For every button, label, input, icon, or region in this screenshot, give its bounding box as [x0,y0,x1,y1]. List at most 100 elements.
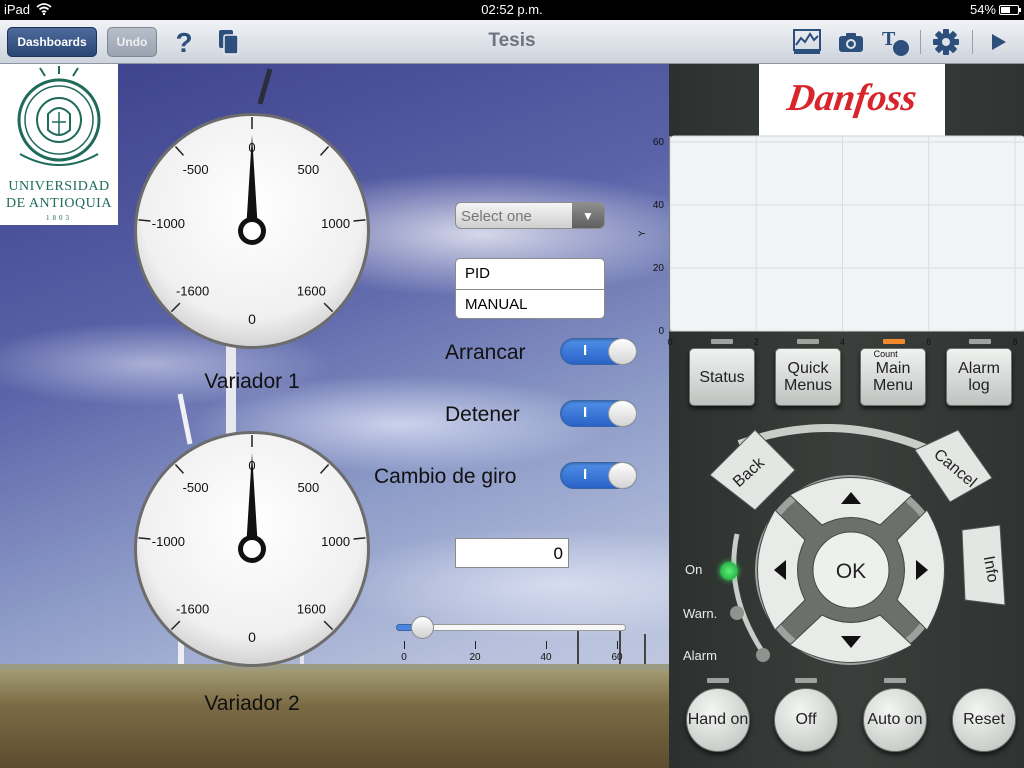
toolbar: Dashboards Undo ? Tesis T [0,20,1024,64]
chart-y-tick-label: 40 [653,200,665,211]
gauge-tick-label: -1600 [176,283,209,298]
gear-icon[interactable] [929,25,963,59]
chart-y-axis-label: Y [637,230,647,236]
dashboards-button[interactable]: Dashboards [7,27,97,57]
gauge-tick-label: 1600 [297,601,326,616]
gauge-variador-1: -1000-50005001000-160016000 [132,111,372,351]
gauge-tick-label: 1000 [321,534,350,549]
battery-percent: 54% [969,2,996,17]
help-icon[interactable]: ? [167,25,201,59]
off-led [795,678,817,683]
switch-knob[interactable] [608,462,637,489]
gauge-bottom-label: 0 [248,311,256,327]
gauge-title: Variador 1 [204,370,300,393]
chart-x-axis-label: Count [874,349,899,359]
ok-label: OK [836,560,866,583]
gauge-title: Variador 2 [204,692,300,715]
chart-x-tick-label: 6 [926,337,931,347]
mode-list: PID MANUAL [455,258,605,319]
chevron-down-icon[interactable]: ▼ [572,203,604,228]
chart-icon[interactable] [790,25,824,59]
hand-on-button[interactable]: Hand on [686,688,750,752]
gauge-tick-label: -1600 [176,601,209,616]
on-led [720,562,738,580]
slider-tick-label: 40 [540,652,552,663]
switch-on-text: I [583,466,588,483]
chart-x-tick-label: 0 [667,337,672,347]
gauge-tick-label: 1600 [297,283,326,298]
logo-year: 1803 [46,214,72,222]
play-icon[interactable] [981,25,1015,59]
trend-chart: 0 2 4 6 8 0 20 40 60 Y Count [637,135,1024,359]
gauge-variador-2: -1000-50005001000-160016000 [132,429,372,669]
gauge-tick-label: 500 [298,480,320,495]
auto-on-button[interactable]: Auto on [863,688,927,752]
arrancar-label: Arrancar [445,341,526,364]
navigation-pad: OK Back Cancel Info [709,429,1006,663]
gauge-tick-label: 500 [298,162,320,177]
chart-y-tick-label: 60 [653,137,665,148]
chart-y-tick-label: 20 [653,263,665,274]
slider-tick [404,641,405,649]
slider-tick [617,641,618,649]
select-placeholder: Select one [461,208,532,225]
logo-line-2: DE ANTIOQUIA [6,196,112,211]
speed-slider[interactable]: 0 20 40 60 [396,615,628,665]
alarm-led [756,648,770,662]
gauge-tick-label: 1000 [321,216,350,231]
chart-x-tick-label: 2 [754,337,759,347]
auto-on-led [884,678,906,683]
hand-on-led [707,678,729,683]
warn-led [730,606,744,620]
chart-x-tick-label: 8 [1012,337,1017,347]
university-seal-icon [17,66,101,166]
text-style-icon[interactable]: T [878,25,912,59]
ground [0,664,669,768]
switch-on-text: I [583,404,588,421]
switch-on-text: I [583,342,588,359]
cambio-de-giro-label: Cambio de giro [374,465,517,488]
gauge-tick-label: -1000 [152,534,185,549]
chart-x-tick-label: 4 [840,337,845,347]
gauge-tick-label: -1000 [152,216,185,231]
university-logo: UNIVERSIDAD DE ANTIOQUIA 1803 [0,64,118,225]
danfoss-logo: Danfoss [759,64,945,136]
toolbar-divider [920,30,921,54]
numeric-input[interactable]: 0 [455,538,569,568]
status-bar: iPad 02:52 p.m. 54% [0,0,1024,20]
camera-icon[interactable] [834,25,868,59]
warn-label: Warn. [683,606,718,621]
slider-tick [546,641,547,649]
switch-knob[interactable] [608,338,637,365]
chart-plot-area [669,135,1024,332]
mode-select[interactable]: Select one ▼ [455,202,605,229]
gauge-tick-label: -500 [183,162,209,177]
toolbar-divider [972,30,973,54]
slider-tick-label: 20 [469,652,481,663]
off-button[interactable]: Off [774,688,838,752]
svg-text:?: ? [175,28,192,56]
gauge-tick-label: -500 [183,480,209,495]
pages-icon[interactable] [212,25,246,59]
brand-name: Danfoss [784,77,920,119]
switch-knob[interactable] [608,400,637,427]
logo-line-1: UNIVERSIDAD [8,179,110,194]
undo-button[interactable]: Undo [107,27,157,57]
slider-tick-label: 60 [611,652,623,663]
list-item[interactable]: PID [456,259,604,289]
list-item[interactable]: MANUAL [456,289,604,318]
slider-tick [475,641,476,649]
detener-label: Detener [445,403,520,426]
clock: 02:52 p.m. [481,2,543,17]
gauge-bottom-label: 0 [248,629,256,645]
detener-switch[interactable]: I [560,400,637,427]
slider-tick-label: 0 [401,652,407,663]
arrancar-switch[interactable]: I [560,338,637,365]
on-label: On [685,562,703,577]
alarm-label: Alarm [683,648,717,663]
cambio-de-giro-switch[interactable]: I [560,462,637,489]
chart-y-tick-label: 0 [658,326,664,337]
slider-thumb[interactable] [410,616,434,639]
reset-button[interactable]: Reset [952,688,1016,752]
battery-icon [999,5,1021,15]
